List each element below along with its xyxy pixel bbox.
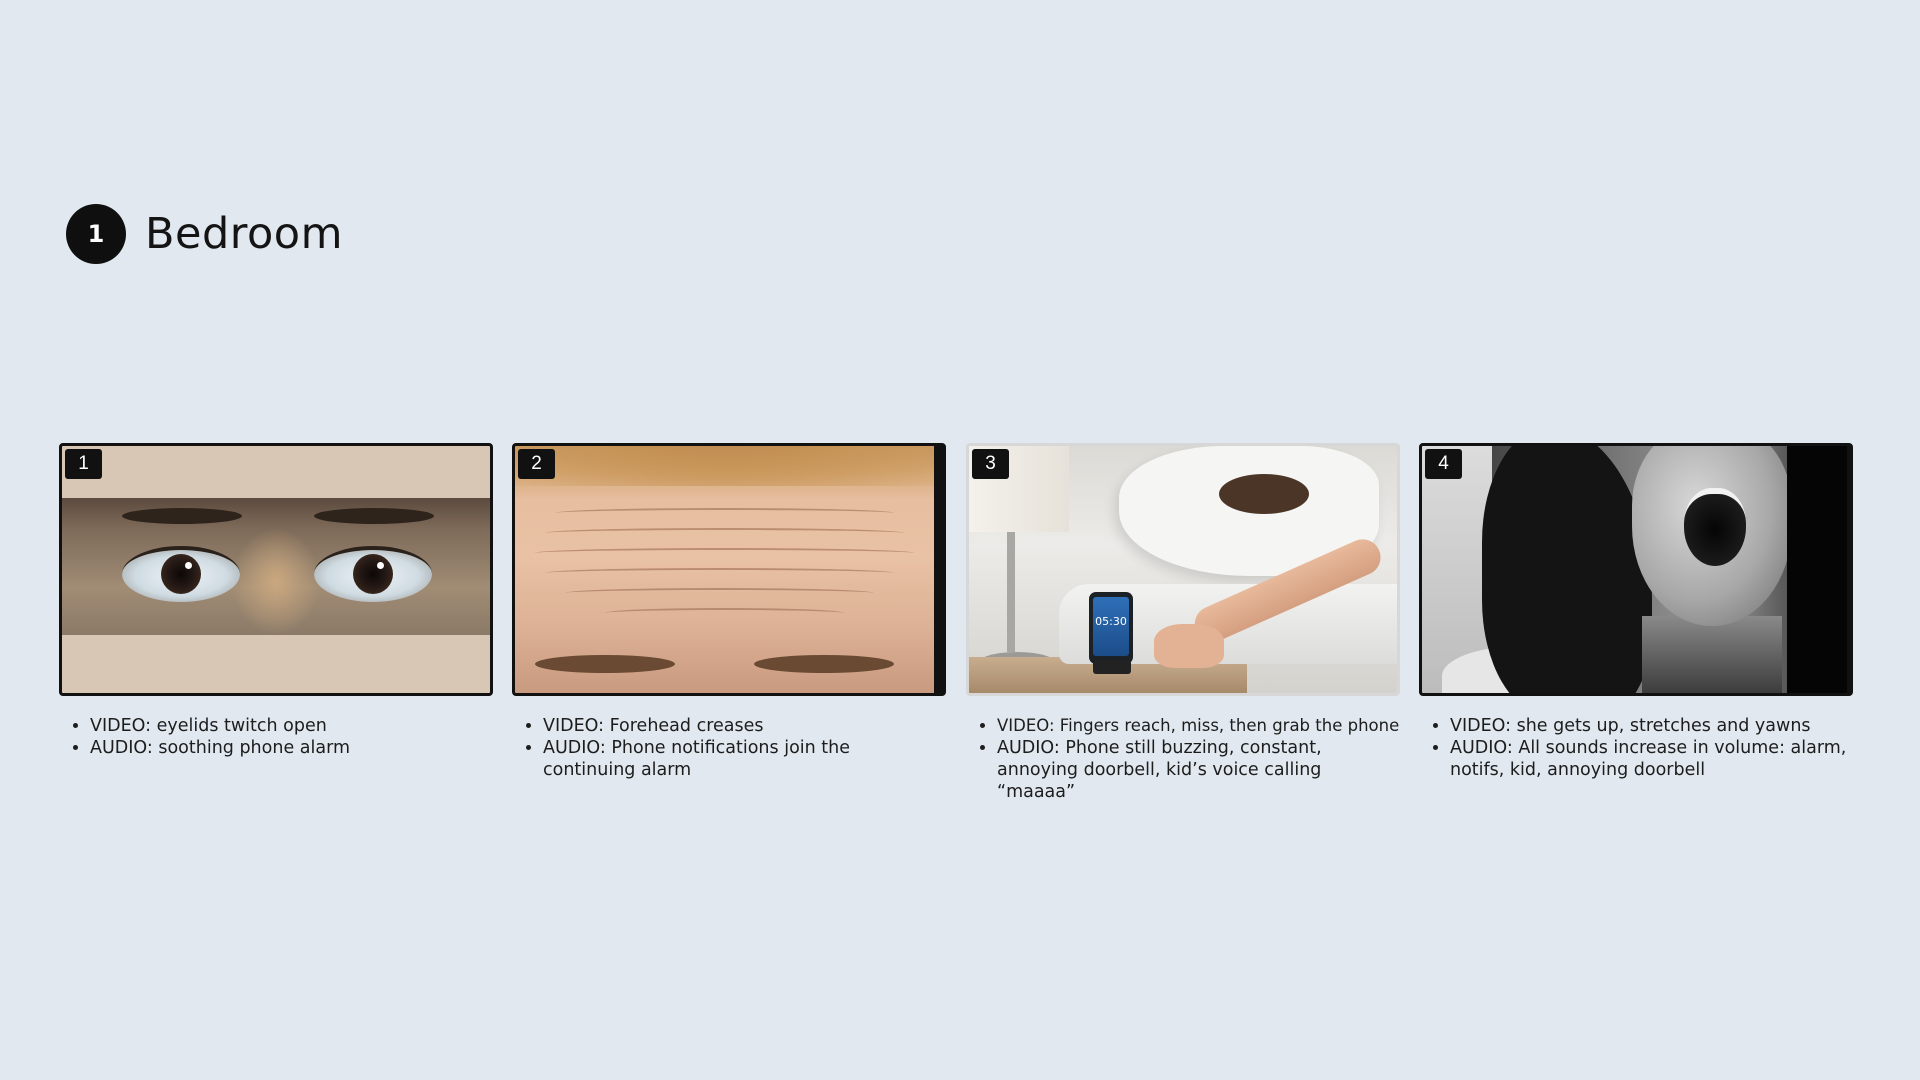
panel-1-number: 1: [65, 449, 102, 479]
scene-number-badge: 1: [66, 204, 126, 264]
hair-left: [1482, 446, 1652, 693]
storyboard-panel-4: 4 VIDEO: she gets up, stretches and yawn…: [1419, 443, 1853, 781]
panel-3-notes: VIDEO: Fingers reach, miss, then grab th…: [966, 715, 1400, 803]
panel-4-image: 4: [1419, 443, 1853, 696]
eye-right: [314, 546, 432, 602]
crease: [545, 568, 894, 578]
phone-dock: [1093, 660, 1131, 674]
panel-4-notes: VIDEO: she gets up, stretches and yawns …: [1419, 715, 1853, 781]
panel-1-notes: VIDEO: eyelids twitch open AUDIO: soothi…: [59, 715, 493, 759]
panel-4-video-note: VIDEO: she gets up, stretches and yawns: [1450, 715, 1853, 737]
phone: 05:30: [1089, 592, 1133, 664]
eyebrow-left: [535, 655, 675, 673]
eyes-photo: [62, 498, 490, 635]
phone-screen-time: 05:30: [1093, 597, 1129, 656]
panel-4-audio-note: AUDIO: All sounds increase in volume: al…: [1450, 737, 1853, 781]
crease: [535, 548, 914, 558]
nose-bridge: [231, 528, 321, 635]
storyboard-panel-2: 2 VIDEO: Forehead creases AUDIO: Phone n…: [512, 443, 946, 781]
eyebrow-right: [314, 508, 434, 524]
panel-4-number: 4: [1425, 449, 1462, 479]
hand: [1154, 624, 1224, 668]
storyboard-panel-3: 3 05:30 VIDEO: Fingers reach, miss, then…: [966, 443, 1400, 803]
eyebrow-left: [122, 508, 242, 524]
panel-3-image: 3 05:30: [966, 443, 1400, 696]
crease: [545, 528, 904, 538]
panel-3-audio-note: AUDIO: Phone still buzzing, constant, an…: [997, 737, 1400, 803]
panel-2-audio-note: AUDIO: Phone notifications join the cont…: [543, 737, 946, 781]
crease: [605, 608, 844, 618]
open-mouth: [1684, 488, 1746, 566]
storyboard-panel-1: 1 VIDEO: eyelids twitch open AUDIO: soot…: [59, 443, 493, 759]
panel-1-audio-note: AUDIO: soothing phone alarm: [90, 737, 493, 759]
scene-title: Bedroom: [145, 209, 343, 259]
crease: [565, 588, 874, 598]
eye-left: [122, 546, 240, 602]
panel-2-image: 2: [512, 443, 946, 696]
panel-1-image: 1: [59, 443, 493, 696]
neck: [1642, 616, 1782, 693]
hair-right: [1787, 446, 1847, 693]
panel-3-video-note: VIDEO: Fingers reach, miss, then grab th…: [997, 715, 1400, 737]
panel-2-notes: VIDEO: Forehead creases AUDIO: Phone not…: [512, 715, 946, 781]
scene-header: 1 Bedroom: [66, 204, 343, 264]
panel-1-video-note: VIDEO: eyelids twitch open: [90, 715, 493, 737]
panel-3-number: 3: [972, 449, 1009, 479]
eyebrow-right: [754, 655, 894, 673]
lamp-stem: [1007, 532, 1015, 652]
hairline: [515, 446, 934, 486]
sleeper-hair: [1219, 474, 1309, 514]
crease: [555, 508, 894, 518]
panel-2-number: 2: [518, 449, 555, 479]
panel-2-video-note: VIDEO: Forehead creases: [543, 715, 946, 737]
